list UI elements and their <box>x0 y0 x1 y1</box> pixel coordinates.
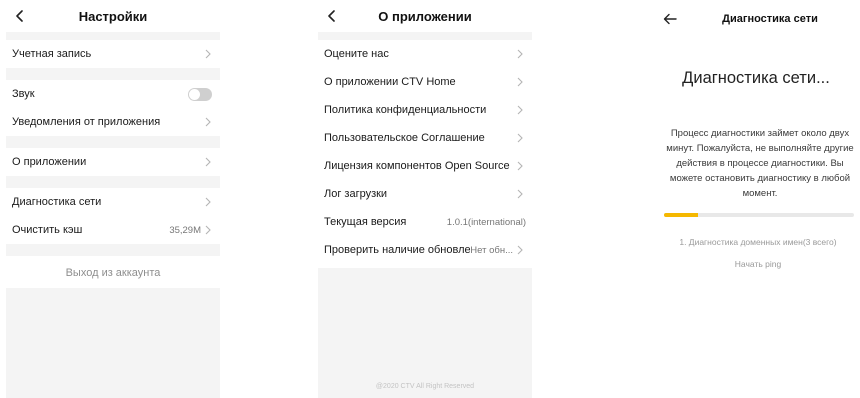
empty-area: @2020 CTV All Right Reserved <box>318 268 532 398</box>
clear-cache-row[interactable]: Очистить кэш 35,29M <box>6 216 220 244</box>
settings-nav-bar: Настройки <box>6 0 220 32</box>
diagnostics-nav-bar: Диагностика сети <box>652 0 860 38</box>
chevron-right-icon <box>516 245 524 255</box>
clear-cache-label: Очистить кэш <box>12 224 83 236</box>
about-label: О приложении <box>12 156 87 168</box>
chevron-right-icon <box>516 49 524 59</box>
section-divider <box>6 68 220 80</box>
notifications-row[interactable]: Уведомления от приложения <box>6 108 220 136</box>
privacy-policy-label: Политика конфиденциальности <box>324 104 487 116</box>
progress-fill <box>664 213 699 217</box>
privacy-policy-row[interactable]: Политика конфиденциальности <box>318 96 532 124</box>
notifications-label: Уведомления от приложения <box>12 116 161 128</box>
chevron-right-icon <box>204 197 212 207</box>
account-row[interactable]: Учетная запись <box>6 40 220 68</box>
chevron-right-icon <box>516 105 524 115</box>
chevron-right-icon <box>516 189 524 199</box>
user-agreement-label: Пользовательское Соглашение <box>324 132 485 144</box>
empty-area <box>6 288 220 398</box>
updates-status-value: Нет обн... <box>470 244 513 256</box>
network-diagnostics-label: Диагностика сети <box>12 196 102 208</box>
section-divider <box>6 244 220 256</box>
chevron-right-icon <box>516 77 524 87</box>
sound-row: Звук <box>6 80 220 108</box>
current-version-row: Текущая версия 1.0.1(international) <box>318 208 532 236</box>
about-screen: О приложении Оцените нас О приложении CT… <box>318 0 532 398</box>
network-diagnostics-screen: Диагностика сети Диагностика сети... Про… <box>652 0 860 398</box>
upload-log-label: Лог загрузки <box>324 188 388 200</box>
back-chevron-icon[interactable] <box>12 8 28 24</box>
sound-label: Звук <box>12 88 35 100</box>
cache-size-value: 35,29M <box>169 224 201 236</box>
network-diagnostics-row[interactable]: Диагностика сети <box>6 188 220 216</box>
check-updates-row[interactable]: Проверить наличие обновлений Нет обн... <box>318 236 532 264</box>
chevron-right-icon <box>204 157 212 167</box>
page-title: О приложении <box>378 8 472 24</box>
upload-log-row[interactable]: Лог загрузки <box>318 180 532 208</box>
account-label: Учетная запись <box>12 48 92 60</box>
logout-button[interactable]: Выход из аккаунта <box>6 256 220 290</box>
about-app-label: О приложении CTV Home <box>324 76 456 88</box>
about-app-row[interactable]: О приложении CTV Home <box>318 68 532 96</box>
section-divider <box>6 32 220 40</box>
version-value: 1.0.1(international) <box>446 216 526 228</box>
rate-us-row[interactable]: Оцените нас <box>318 40 532 68</box>
open-source-license-row[interactable]: Лицензия компонентов Open Source <box>318 152 532 180</box>
rate-us-label: Оцените нас <box>324 48 389 60</box>
chevron-right-icon <box>516 161 524 171</box>
copyright-text: @2020 CTV All Right Reserved <box>375 383 475 390</box>
open-source-license-label: Лицензия компонентов Open Source <box>324 160 510 172</box>
diagnostics-step-text: 1. Диагностика доменных имен(3 всего) <box>679 237 837 247</box>
diagnostics-heading: Диагностика сети... <box>682 69 830 87</box>
chevron-right-icon <box>204 225 212 235</box>
back-chevron-icon[interactable] <box>324 8 340 24</box>
about-nav-bar: О приложении <box>318 0 532 32</box>
check-updates-label: Проверить наличие обновлений <box>324 244 471 256</box>
current-version-label: Текущая версия <box>324 216 407 228</box>
chevron-right-icon <box>204 49 212 59</box>
section-divider <box>6 136 220 148</box>
chevron-right-icon <box>204 117 212 127</box>
section-divider <box>6 176 220 188</box>
diagnostics-status-text: Начать ping <box>734 259 782 269</box>
section-divider <box>318 32 532 40</box>
toggle-knob <box>189 88 200 100</box>
diagnostics-progress-bar <box>664 213 854 217</box>
chevron-right-icon <box>516 133 524 143</box>
settings-screen: Настройки Учетная запись Звук Уведомлени… <box>6 0 220 398</box>
page-title: Настройки <box>78 8 148 24</box>
user-agreement-row[interactable]: Пользовательское Соглашение <box>318 124 532 152</box>
page-title: Диагностика сети <box>722 13 818 25</box>
about-row[interactable]: О приложении <box>6 148 220 176</box>
sound-toggle[interactable] <box>188 87 212 101</box>
diagnostics-description: Процесс диагностики займет около двух ми… <box>666 128 854 199</box>
